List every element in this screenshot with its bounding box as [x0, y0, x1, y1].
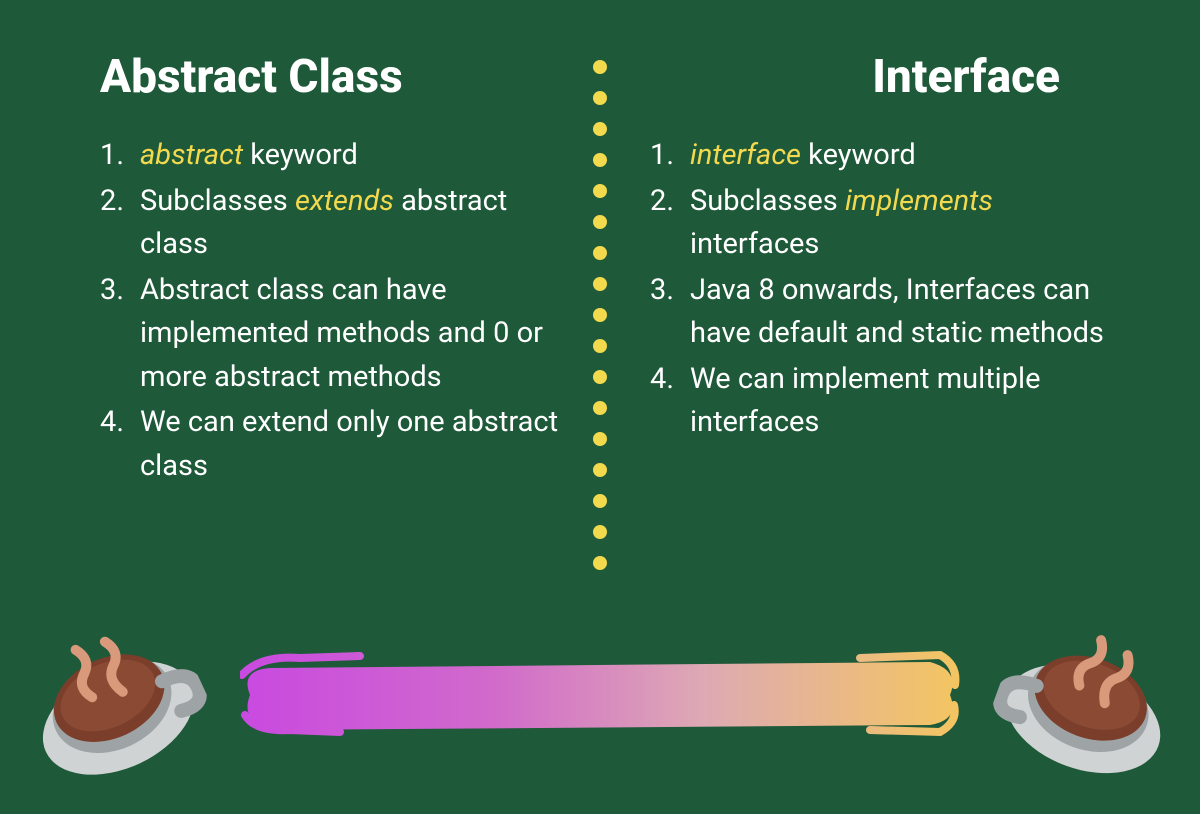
keyword-highlight: extends	[295, 184, 394, 218]
divider-dot	[593, 401, 607, 415]
abstract-class-list: abstract keyword Subclasses extends abst…	[100, 134, 570, 488]
list-item: Subclasses implements interfaces	[650, 180, 1120, 267]
brush-stroke-icon	[240, 650, 960, 740]
divider-dot	[593, 432, 607, 446]
list-item: Abstract class can have implemented meth…	[100, 269, 570, 400]
divider-dot	[593, 277, 607, 291]
divider-dot	[593, 339, 607, 353]
interface-column: Interface interface keyword Subclasses i…	[630, 50, 1120, 490]
divider-dot	[593, 463, 607, 477]
list-item: Java 8 onwards, Interfaces can have defa…	[650, 269, 1120, 356]
comparison-container: Abstract Class abstract keyword Subclass…	[0, 0, 1200, 490]
list-item: interface keyword	[650, 134, 1120, 178]
divider-dot	[593, 370, 607, 384]
list-item: We can extend only one abstract class	[100, 401, 570, 488]
divider-dot	[593, 122, 607, 136]
divider-dot	[593, 494, 607, 508]
divider-dot	[593, 91, 607, 105]
divider-dot	[593, 153, 607, 167]
interface-list: interface keyword Subclasses implements …	[650, 134, 1120, 445]
coffee-cup-icon	[978, 594, 1200, 806]
divider-dot	[593, 246, 607, 260]
list-item: We can implement multiple interfaces	[650, 358, 1120, 445]
list-item: abstract keyword	[100, 134, 570, 178]
divider-dot	[593, 556, 607, 570]
divider-dot	[593, 60, 607, 74]
divider-dot	[593, 308, 607, 322]
divider-dot	[593, 184, 607, 198]
divider-dot	[593, 525, 607, 539]
divider-dot	[593, 215, 607, 229]
keyword-highlight: abstract	[140, 138, 243, 172]
abstract-class-column: Abstract Class abstract keyword Subclass…	[100, 50, 590, 490]
keyword-highlight: implements	[845, 184, 993, 218]
keyword-highlight: interface	[690, 138, 801, 172]
abstract-class-title: Abstract Class	[100, 50, 570, 104]
dotted-divider	[593, 60, 607, 570]
interface-title: Interface	[650, 50, 1120, 104]
coffee-cup-icon	[0, 589, 225, 810]
list-item: Subclasses extends abstract class	[100, 180, 570, 267]
